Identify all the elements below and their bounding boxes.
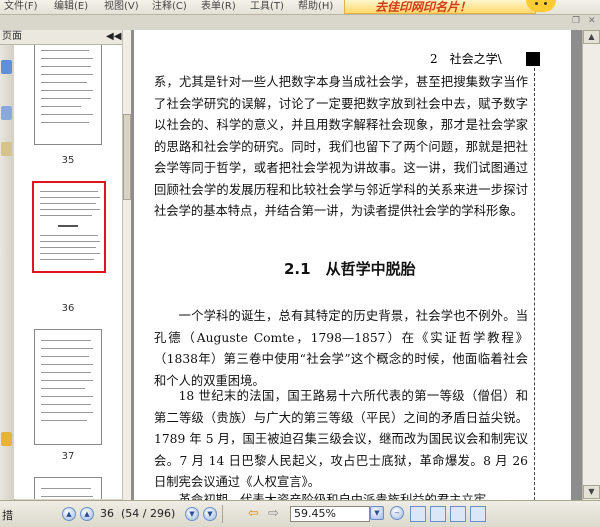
scroll-up-icon[interactable]: ▲ <box>583 30 600 44</box>
status-left-label: 措 <box>2 509 13 522</box>
thumbnail-scrollbar-thumb[interactable] <box>123 114 131 200</box>
margin-rule <box>534 68 535 500</box>
attachments-icon[interactable] <box>1 142 12 156</box>
pages-icon[interactable] <box>1 60 12 74</box>
next-page-icon[interactable]: ▼ <box>185 507 199 521</box>
zoom-field[interactable]: 59.45% <box>290 506 370 522</box>
thumbnail-scrollbar[interactable] <box>122 30 131 500</box>
page-thumbnail-number: 35 <box>61 155 75 166</box>
page-corner-mark <box>526 52 540 66</box>
menu-edit[interactable]: 编辑(E) <box>54 0 88 14</box>
body-paragraph: 系，尤其是针对一些人把数字本身当成社会学，甚至把搜集数字当作了社会学研究的误解，… <box>154 75 528 218</box>
bookmarks-icon[interactable] <box>1 106 12 120</box>
chevron-left-double-icon[interactable]: ◀◀ <box>106 30 121 44</box>
menu-comment[interactable]: 注释(C) <box>152 0 187 14</box>
continuous-facing-view-icon[interactable] <box>470 506 486 522</box>
previous-page-icon[interactable]: ▲ <box>80 507 94 521</box>
zoom-dropdown-icon[interactable]: ▼ <box>370 506 384 520</box>
close-icon[interactable]: ✕ <box>588 16 596 26</box>
ad-banner-text[interactable]: 去佳印网印名片！ <box>375 0 471 15</box>
status-bar: 措 ▲ ▲ 36 (54 / 296) ▼ ▼ ⇦ ⇨ 59.45% ▼ − <box>0 500 600 527</box>
zoom-out-icon[interactable]: − <box>390 506 404 520</box>
menu-bar: 文件(F) 编辑(E) 视图(V) 注释(C) 表单(R) 工具(T) 帮助(H… <box>0 0 600 15</box>
forward-arrow-icon[interactable]: ⇨ <box>268 507 279 521</box>
document-view[interactable]: 2 社会之学\ 系，尤其是针对一些人把数字本身当成社会学，甚至把搜集数字当作了社… <box>131 30 582 500</box>
menu-tools[interactable]: 工具(T) <box>250 0 284 14</box>
first-page-icon[interactable]: ▲ <box>62 507 76 521</box>
thumbnail-panel-header: 页面 ◀◀ <box>0 30 122 45</box>
comments-icon[interactable] <box>1 432 12 446</box>
thumbnail-panel: 35 36 37 <box>14 45 122 499</box>
menu-view[interactable]: 视图(V) <box>104 0 139 14</box>
document-scrollbar[interactable]: ▲ ▼ <box>582 30 600 500</box>
running-head: 2 社会之学\ <box>430 52 502 66</box>
body-paragraph: 18 世纪末的法国，国王路易十六所代表的第一等级（僧侣）和第二等级（贵族）与广大… <box>154 389 528 489</box>
section-heading: 2.1 从哲学中脱胎 <box>284 260 416 278</box>
page-thumbnail-number: 36 <box>61 303 75 314</box>
thumbnail-panel-title: 页面 <box>2 31 22 42</box>
menu-form[interactable]: 表单(R) <box>201 0 236 14</box>
navigation-strip <box>0 30 15 500</box>
ad-banner[interactable]: 去佳印网印名片！ <box>344 0 536 14</box>
single-page-view-icon[interactable] <box>410 506 426 522</box>
facing-view-icon[interactable] <box>450 506 466 522</box>
menu-file[interactable]: 文件(F) <box>4 0 38 14</box>
last-page-icon[interactable]: ▼ <box>203 507 217 521</box>
page-thumbnail-37[interactable] <box>34 329 102 445</box>
restore-icon[interactable]: ❐ <box>572 16 580 26</box>
scroll-down-icon[interactable]: ▼ <box>583 485 600 499</box>
back-arrow-icon[interactable]: ⇦ <box>248 507 259 521</box>
page-thumbnail-38[interactable] <box>34 477 102 499</box>
body-paragraph: 革命初期，代表大资产阶级和自由派贵族利益的君主立宪 <box>178 493 487 500</box>
continuous-view-icon[interactable] <box>430 506 446 522</box>
page-thumbnail-number: 37 <box>61 451 75 462</box>
body-paragraph: 一个学科的诞生，总有其特定的历史背景，社会学也不例外。当孔德（Auguste C… <box>154 309 528 388</box>
page-thumbnail-35[interactable] <box>34 45 102 145</box>
page-number-field[interactable]: 36 <box>100 507 114 520</box>
page-count-label: (54 / 296) <box>121 507 176 520</box>
document-page: 2 社会之学\ 系，尤其是针对一些人把数字本身当成社会学，甚至把搜集数字当作了社… <box>134 30 571 500</box>
page-thumbnail-36[interactable] <box>32 181 106 273</box>
menu-help[interactable]: 帮助(H) <box>298 0 333 14</box>
